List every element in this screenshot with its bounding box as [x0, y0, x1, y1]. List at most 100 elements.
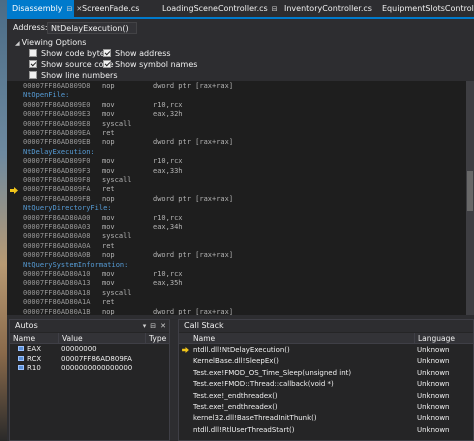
vertical-scrollbar[interactable] [466, 81, 474, 315]
register-icon [18, 355, 24, 361]
autos-window-buttons: ▾ ⊟ ✕ [139, 320, 166, 332]
column-header-name[interactable]: Name [179, 333, 414, 344]
tab-label: Disassembly [12, 4, 63, 13]
column-header-name[interactable]: Name [10, 333, 58, 344]
disassembly-line[interactable]: 00007FF86AD809EB nop dword ptr [rax+rax] [23, 138, 233, 147]
option-show-address[interactable]: Show address [103, 49, 171, 59]
disassembly-line[interactable]: 00007FF86AD809EA ret [23, 129, 153, 138]
variable-name: RCX [27, 354, 42, 363]
call-stack-frame[interactable]: Test.exe!FMOD_OS_Time_Sleep(unsigned int… [179, 368, 473, 379]
scrollbar-thumb[interactable] [467, 171, 473, 211]
disassembly-line[interactable]: 00007FF86AD80A00 mov r10,rcx [23, 214, 183, 223]
instruction-address: 00007FF86AD809E3 [23, 110, 91, 119]
disassembly-line[interactable]: 00007FF86AD80A1A ret [23, 298, 153, 307]
autos-title-text: Autos [15, 321, 38, 330]
autos-row[interactable]: RCX 00007FF86AD809FA [10, 355, 169, 365]
close-icon[interactable]: ✕ [160, 322, 166, 330]
disassembly-line[interactable]: 00007FF86AD80A0B nop dword ptr [rax+rax] [23, 251, 233, 260]
instruction-operands: r10,rcx [153, 157, 183, 166]
collapse-triangle-icon[interactable]: ◢ [15, 40, 20, 47]
call-stack-frame[interactable]: ntdll.dll!RtlUserThreadStart() Unknown [179, 425, 473, 436]
frame-name: Test.exe!FMOD_OS_Time_Sleep(unsigned int… [193, 368, 352, 377]
disassembly-line[interactable]: 00007FF86AD809D8 nop dword ptr [rax+rax] [23, 82, 233, 91]
option-show-line-numbers[interactable]: Show line numbers [29, 71, 118, 81]
frame-name: kernel32.dll!BaseThreadInitThunk() [193, 414, 317, 423]
symbol-label: NtQuerySystemInformation: [23, 260, 129, 269]
disassembly-line[interactable]: 00007FF86AD809FB nop dword ptr [rax+rax] [23, 195, 233, 204]
show-code-bytes-checkbox[interactable] [29, 49, 37, 57]
symbol-label: NtQueryDirectoryFile: [23, 204, 112, 213]
instruction-address: 00007FF86AD809FA [23, 185, 91, 194]
call-stack-frame[interactable]: Test.exe!_endthreadex() Unknown [179, 391, 473, 402]
disassembly-code-view[interactable]: 00007FF86AD809D8 nop dword ptr [rax+rax] Nt… [7, 81, 466, 315]
call-stack-title-text: Call Stack [184, 321, 224, 330]
show-line-numbers-checkbox[interactable] [29, 71, 37, 79]
call-stack-frame[interactable]: Test.exe!FMOD::Thread::callback(void *) U… [179, 379, 473, 390]
instruction-address: 00007FF86AD80A10 [23, 270, 91, 278]
tab-screenfade[interactable]: ScreenFade.cs [77, 0, 139, 17]
autos-row[interactable]: EAX 00000000 [10, 345, 169, 355]
tab-inventorycontroller[interactable]: InventoryController.cs [279, 0, 372, 17]
disassembly-line[interactable]: 00007FF86AD809E0 mov r10,rcx [23, 101, 183, 110]
dropdown-icon[interactable]: ▾ [143, 322, 147, 330]
call-stack-frame[interactable]: KernelBase.dll!SleepEx() Unknown [179, 356, 473, 367]
disassembly-line[interactable]: 00007FF86AD809E3 mov eax,32h [23, 110, 183, 119]
disassembly-line[interactable]: 00007FF86AD80A03 mov eax,34h [23, 223, 183, 232]
variable-value[interactable]: 00000000 [61, 345, 145, 355]
disassembly-line[interactable]: 00007FF86AD80A10 mov r10,rcx [23, 270, 183, 279]
frame-language: Unknown [417, 403, 450, 411]
call-stack-frame[interactable]: Test.exe!_endthreadex() Unknown [179, 402, 473, 413]
disassembly-line[interactable]: 00007FF86AD809FA ret [23, 185, 153, 194]
variable-name-cell: RCX [18, 355, 58, 365]
call-stack-frame[interactable]: ntdll.dll!NtDelayExecution() Unknown [179, 345, 473, 356]
disassembly-line[interactable]: 00007FF86AD80A13 mov eax,35h [23, 279, 183, 288]
variable-name-cell: R10 [18, 364, 58, 374]
disassembly-line[interactable]: 00007FF86AD809F8 syscall [23, 176, 153, 185]
instruction-address: 00007FF86AD80A0B [23, 251, 91, 260]
tab-loadingscenecontroller[interactable]: LoadingSceneController.cs ⊟ [157, 0, 278, 17]
instruction-mnemonic: nop [102, 138, 115, 147]
pin-icon[interactable]: ⊟ [67, 5, 73, 13]
option-show-symbol-names[interactable]: Show symbol names [103, 60, 197, 70]
instruction-address: 00007FF86AD809EB [23, 138, 91, 147]
option-show-code-bytes[interactable]: Show code bytes [29, 49, 109, 59]
instruction-operands: dword ptr [rax+rax] [153, 82, 234, 90]
variable-value[interactable]: 00007FF86AD809FA [61, 355, 145, 365]
disassembly-line[interactable]: 00007FF86AD80A1B nop dword ptr [rax+rax] [23, 308, 233, 315]
instruction-address: 00007FF86AD809F0 [23, 157, 91, 166]
call-stack-window: Call Stack Name Language ntdll.dll!NtDel… [178, 319, 474, 441]
disassembly-line[interactable]: 00007FF86AD80A0A ret [23, 242, 153, 251]
tab-disassembly[interactable]: Disassembly ⊟ ✕ [7, 0, 82, 17]
address-input[interactable]: NtDelayExecution() [47, 22, 137, 34]
instruction-mnemonic: syscall [102, 232, 132, 241]
variable-value[interactable]: 0000000000000000 [61, 364, 145, 374]
pin-icon[interactable]: ⊟ [272, 5, 278, 13]
instruction-mnemonic: mov [102, 166, 115, 175]
show-address-checkbox[interactable] [103, 49, 111, 57]
tab-equipmentslotscontroller[interactable]: EquipmentSlotsController.cs [377, 0, 474, 17]
frame-name: KernelBase.dll!SleepEx() [193, 357, 279, 366]
disassembly-line[interactable]: 00007FF86AD809E8 syscall [23, 120, 153, 129]
disassembly-line[interactable]: 00007FF86AD80A08 syscall [23, 232, 153, 241]
instruction-operands: dword ptr [rax+rax] [153, 138, 234, 147]
disassembly-line[interactable]: 00007FF86AD809F0 mov r10,rcx [23, 157, 183, 166]
show-source-code-checkbox[interactable] [29, 60, 37, 68]
option-show-source-code[interactable]: Show source code [29, 60, 114, 70]
disassembly-line[interactable]: 00007FF86AD809F3 mov eax,33h [23, 167, 183, 176]
instruction-operands: dword ptr [rax+rax] [153, 307, 234, 315]
indicator-margin[interactable] [7, 81, 20, 315]
register-icon [18, 365, 24, 371]
column-header-value[interactable]: Value [58, 333, 145, 344]
disassembly-line[interactable]: 00007FF86AD80A18 syscall [23, 289, 153, 298]
pin-icon[interactable]: ⊟ [150, 322, 156, 330]
column-header-type[interactable]: Type [145, 333, 171, 344]
column-header-language[interactable]: Language [414, 333, 474, 344]
autos-row[interactable]: R10 0000000000000000 [10, 364, 169, 374]
call-stack-title: Call Stack [179, 320, 473, 332]
call-stack-frame[interactable]: kernel32.dll!BaseThreadInitThunk() Unknow… [179, 413, 473, 424]
viewing-options-header[interactable]: ◢ Viewing Options [15, 38, 86, 48]
frame-language: Unknown [417, 357, 450, 366]
symbol-label: NtOpenFile: [23, 91, 70, 100]
instruction-mnemonic: ret [102, 185, 115, 194]
show-symbol-names-checkbox[interactable] [103, 60, 111, 68]
